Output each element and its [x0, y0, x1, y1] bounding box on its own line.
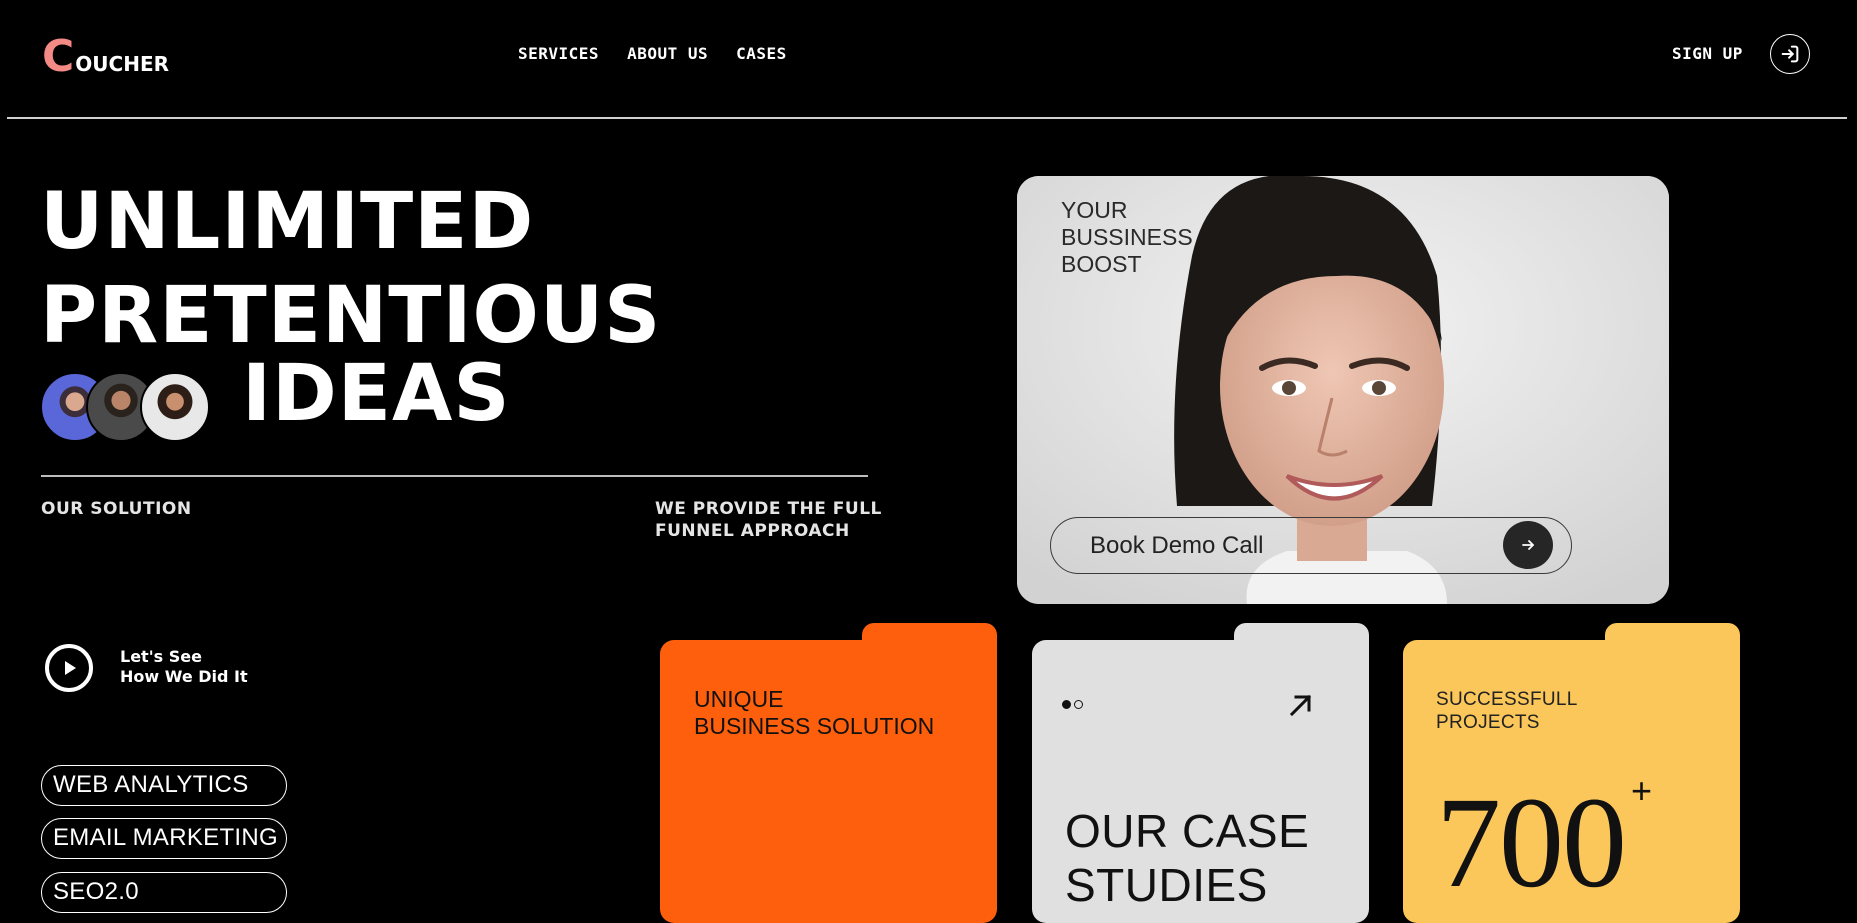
header-divider	[7, 117, 1847, 119]
boost-line-2: BUSSINESS	[1061, 224, 1193, 250]
logo-initial: C	[42, 31, 75, 82]
hero-divider	[41, 475, 868, 477]
case-studies-card[interactable]: OUR CASE STUDIES	[1032, 623, 1369, 923]
case-line-1: OUR CASE	[1065, 805, 1310, 857]
book-demo-button[interactable]: Book Demo Call	[1050, 517, 1572, 574]
success-line-1: SUCCESSFULL	[1436, 689, 1578, 710]
unique-line-2: BUSINESS SOLUTION	[694, 713, 935, 739]
login-button[interactable]	[1770, 34, 1810, 74]
boost-line-3: BOOST	[1061, 251, 1142, 277]
projects-count: 700	[1436, 771, 1627, 915]
card-body: SUCCESSFULL PROJECTS 700 +	[1403, 640, 1740, 923]
funnel-line-2: FUNNEL APPROACH	[655, 521, 850, 541]
sign-up-link[interactable]: SIGN UP	[1672, 44, 1743, 63]
demo-arrow-button[interactable]	[1503, 521, 1553, 569]
play-video-button[interactable]	[45, 644, 93, 692]
avatar	[140, 372, 210, 442]
login-icon	[1781, 45, 1799, 63]
carousel-dots[interactable]	[1062, 700, 1083, 709]
logo[interactable]: C OUCHER	[42, 35, 169, 79]
projects-plus: +	[1631, 770, 1653, 811]
card-body: OUR CASE STUDIES	[1032, 640, 1369, 923]
nav-cases[interactable]: CASES	[736, 44, 787, 63]
carousel-dot-active[interactable]	[1062, 700, 1071, 709]
headline-line-3: IDEAS	[242, 349, 511, 439]
carousel-dot[interactable]	[1074, 700, 1083, 709]
boost-line-1: YOUR	[1061, 197, 1128, 223]
logo-text: OUCHER	[75, 52, 170, 76]
main-nav: SERVICES ABOUT US CASES	[518, 44, 787, 63]
successful-projects-card: SUCCESSFULL PROJECTS 700 +	[1403, 623, 1740, 923]
funnel-text: WE PROVIDE THE FULL FUNNEL APPROACH	[655, 498, 895, 542]
case-studies-title: OUR CASE STUDIES	[1065, 804, 1309, 912]
team-avatars	[40, 372, 212, 442]
our-solution-label: OUR SOLUTION	[41, 499, 192, 519]
headline-line-2: PRETENTIOUS	[40, 271, 662, 361]
funnel-line-1: WE PROVIDE THE FULL	[655, 499, 882, 519]
arrow-right-icon	[1522, 540, 1534, 550]
successful-projects-label: SUCCESSFULL PROJECTS	[1436, 688, 1578, 734]
tag-email-marketing[interactable]: EMAIL MARKETING	[41, 818, 287, 859]
hero-photo-card: YOUR BUSSINESS BOOST Book Demo Call	[1017, 176, 1669, 604]
headline-line-1: UNLIMITED	[40, 177, 535, 267]
nav-about-us[interactable]: ABOUT US	[627, 44, 708, 63]
unique-solution-card[interactable]: UNIQUE BUSINESS SOLUTION	[660, 623, 997, 923]
nav-services[interactable]: SERVICES	[518, 44, 599, 63]
tag-web-analytics[interactable]: WEB ANALYTICS	[41, 765, 287, 806]
business-boost-text: YOUR BUSSINESS BOOST	[1061, 197, 1193, 278]
tag-seo[interactable]: SEO2.0	[41, 872, 287, 913]
video-caption-line-1: Let's See	[120, 647, 202, 666]
video-caption[interactable]: Let's See How We Did It	[120, 647, 248, 687]
card-body: UNIQUE BUSINESS SOLUTION	[660, 640, 997, 923]
play-icon	[65, 661, 76, 675]
arrow-up-right-icon[interactable]	[1286, 690, 1316, 720]
case-line-2: STUDIES	[1065, 859, 1268, 911]
unique-line-1: UNIQUE	[694, 686, 784, 712]
book-demo-label: Book Demo Call	[1090, 532, 1264, 559]
video-caption-line-2: How We Did It	[120, 667, 248, 686]
success-line-2: PROJECTS	[1436, 712, 1540, 733]
unique-solution-title: UNIQUE BUSINESS SOLUTION	[694, 686, 934, 740]
